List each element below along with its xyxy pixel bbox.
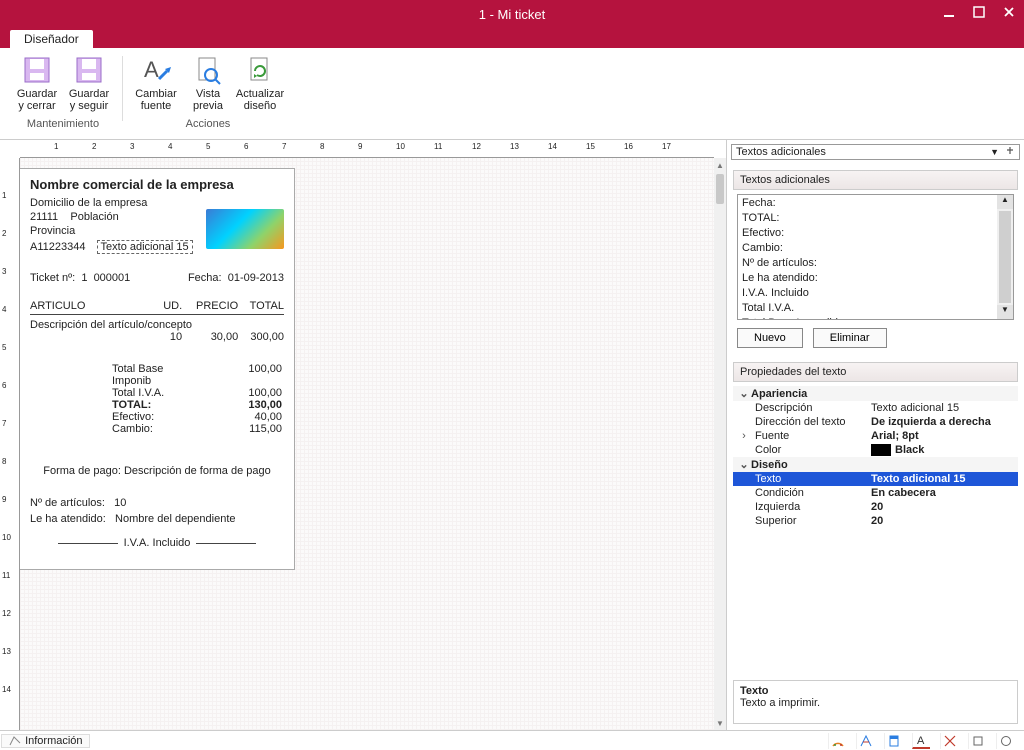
preview-label: Vista previa	[185, 88, 231, 112]
extra-text-15-field[interactable]: Texto adicional 15	[97, 240, 193, 254]
square-icon[interactable]	[968, 733, 986, 749]
font-icon: A	[140, 54, 172, 86]
zoom-icon[interactable]	[828, 733, 846, 749]
date-label: Fecha:	[188, 272, 222, 284]
collapse-icon[interactable]: ⌄	[737, 458, 751, 471]
refresh-design-button[interactable]: Actualizar diseño	[235, 52, 285, 114]
title-bar: 1 - Mi ticket	[0, 0, 1024, 28]
list-item[interactable]: Fecha:	[740, 196, 1011, 211]
expand-icon[interactable]: ›	[737, 430, 751, 442]
circle-icon[interactable]	[996, 733, 1014, 749]
preview-button[interactable]: Vista previa	[183, 52, 233, 114]
textos-listbox[interactable]: Fecha:TOTAL:Efectivo:Cambio:Nº de artícu…	[737, 194, 1014, 320]
page-icon[interactable]	[884, 733, 902, 749]
properties-pane: Textos adicionales ▼ Textos adicionales …	[726, 140, 1024, 730]
items-table: ARTICULO UD. PRECIO TOTAL Descripción de…	[30, 298, 284, 343]
info-button[interactable]: Información	[1, 734, 90, 748]
save-close-icon	[21, 54, 53, 86]
refresh-design-label: Actualizar diseño	[236, 88, 284, 112]
change-font-label: Cambiar fuente	[133, 88, 179, 112]
list-item[interactable]: TOTAL:	[740, 211, 1011, 226]
change-font-button[interactable]: A Cambiar fuente	[131, 52, 181, 114]
svg-text:A: A	[917, 735, 925, 746]
save-continue-button[interactable]: Guardar y seguir	[64, 52, 114, 114]
pane-dropdown[interactable]: Textos adicionales ▼	[731, 144, 1020, 160]
ruler-horizontal	[20, 140, 714, 158]
ribbon: Guardar y cerrar Guardar y seguir Manten…	[0, 48, 1024, 140]
delete-button[interactable]: Eliminar	[813, 328, 887, 348]
close-button[interactable]	[994, 0, 1024, 24]
chevron-down-icon: ▼	[990, 147, 999, 157]
prop-row-texto[interactable]: TextoTexto adicional 15	[733, 472, 1018, 486]
save-close-label: Guardar y cerrar	[14, 88, 60, 112]
ribbon-group-actions-label: Acciones	[131, 116, 285, 130]
scroll-up-icon[interactable]: ▲	[714, 158, 726, 172]
section-props-title: Propiedades del texto	[733, 362, 1018, 382]
company-logo-placeholder	[206, 209, 284, 249]
svg-text:A: A	[144, 57, 159, 82]
listbox-scrollbar[interactable]: ▲ ▼	[997, 195, 1013, 319]
scroll-up-icon[interactable]: ▲	[997, 195, 1013, 209]
window-title: 1 - Mi ticket	[0, 7, 1024, 22]
canvas-scrollbar[interactable]: ▲ ▼	[714, 158, 726, 730]
list-item[interactable]: Cambio:	[740, 241, 1011, 256]
scroll-thumb[interactable]	[999, 211, 1011, 303]
preview-icon	[192, 54, 224, 86]
save-continue-icon	[73, 54, 105, 86]
ribbon-group-actions: A Cambiar fuente Vista previa Actualizar…	[125, 52, 291, 139]
property-description: Texto Texto a imprimir.	[733, 680, 1018, 724]
ticket-no-label: Ticket nº:	[30, 272, 75, 284]
company-cif: A11223344	[30, 241, 85, 253]
save-continue-label: Guardar y seguir	[66, 88, 112, 112]
new-button[interactable]: Nuevo	[737, 328, 803, 348]
list-item[interactable]: Total Base Imponible	[740, 316, 1011, 320]
ticket-preview[interactable]: Nombre comercial de la empresa Domicilio…	[20, 168, 295, 570]
company-name: Nombre comercial de la empresa	[30, 177, 284, 192]
statusbar-icons: A	[828, 733, 1024, 749]
section-textos-title: Textos adicionales	[733, 170, 1018, 190]
payment-method: Forma de pago: Descripción de forma de p…	[30, 465, 284, 477]
scissors-icon[interactable]	[940, 733, 958, 749]
list-item[interactable]: Le ha atendido:	[740, 271, 1011, 286]
scroll-down-icon[interactable]: ▼	[714, 716, 726, 730]
ribbon-group-maintenance: Guardar y cerrar Guardar y seguir Manten…	[6, 52, 120, 139]
scroll-thumb[interactable]	[716, 174, 724, 204]
maximize-button[interactable]	[964, 0, 994, 24]
iva-included: I.V.A. Incluido	[30, 537, 284, 549]
tab-designer[interactable]: Diseñador	[10, 30, 93, 48]
date-value: 01-09-2013	[228, 272, 284, 284]
refresh-icon	[244, 54, 276, 86]
list-item[interactable]: Efectivo:	[740, 226, 1011, 241]
list-item[interactable]: Total I.V.A.	[740, 301, 1011, 316]
design-canvas[interactable]: ▲ ▼ Nombre comercial de la empresa Domic…	[0, 140, 726, 730]
tab-strip: Diseñador	[0, 28, 1024, 48]
scroll-down-icon[interactable]: ▼	[997, 305, 1013, 319]
collapse-icon[interactable]: ⌄	[737, 387, 751, 400]
color-swatch	[871, 444, 891, 456]
list-item[interactable]: Nº de artículos:	[740, 256, 1011, 271]
list-item[interactable]: I.V.A. Incluido	[740, 286, 1011, 301]
pin-icon[interactable]	[1005, 147, 1015, 157]
save-close-button[interactable]: Guardar y cerrar	[12, 52, 62, 114]
status-bar: Información A	[0, 730, 1024, 750]
text-underline-icon[interactable]: A	[912, 733, 930, 749]
measure-icon[interactable]	[856, 733, 874, 749]
workspace: ▲ ▼ Nombre comercial de la empresa Domic…	[0, 140, 1024, 730]
minimize-button[interactable]	[934, 0, 964, 24]
property-grid[interactable]: ⌄Apariencia DescripciónTexto adicional 1…	[733, 386, 1018, 528]
totals-block: Total Base Imponib100,00 Total I.V.A.100…	[30, 363, 284, 435]
info-icon	[8, 735, 22, 747]
ribbon-group-maintenance-label: Mantenimiento	[12, 116, 114, 130]
ruler-vertical	[0, 158, 20, 730]
